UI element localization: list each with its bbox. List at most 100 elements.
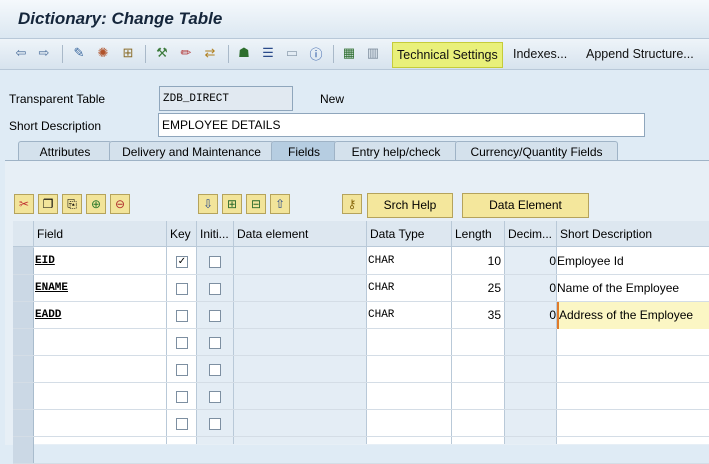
deselect-all-icon[interactable]: ⊟	[246, 194, 266, 214]
key-checkbox[interactable]: ✓	[176, 256, 188, 268]
table-icon[interactable]: ▭	[284, 45, 300, 61]
table-row	[13, 383, 709, 410]
initial-values-checkbox[interactable]	[209, 418, 221, 430]
data-element-button[interactable]: Data Element	[462, 193, 589, 218]
decimals-cell[interactable]: 0	[505, 302, 556, 329]
row-selector[interactable]	[13, 329, 34, 355]
table-row: ENAME CHAR 25 0 Name of the Employee	[13, 275, 709, 302]
edit-pencil-icon[interactable]: ✏	[178, 45, 194, 61]
copy-icon[interactable]: ❐	[38, 194, 58, 214]
paste-icon[interactable]: ⎘	[62, 194, 82, 214]
short-description-cell[interactable]: Address of the Employee	[557, 302, 709, 329]
short-description-cell[interactable]: Employee Id	[557, 248, 709, 275]
short-description-cell[interactable]: Name of the Employee	[557, 275, 709, 302]
data-element-cell[interactable]	[234, 275, 366, 302]
key-checkbox[interactable]	[176, 418, 188, 430]
field-name-cell[interactable]: EID	[35, 248, 166, 275]
field-name-cell[interactable]: ENAME	[35, 275, 166, 302]
column-header-decimals[interactable]: Decim...	[505, 221, 557, 247]
initial-values-checkbox[interactable]	[209, 337, 221, 349]
data-element-cell[interactable]	[234, 302, 366, 329]
list-icon[interactable]: ☰	[260, 45, 276, 61]
move-up-icon[interactable]: ⇧	[270, 194, 290, 214]
row-selector[interactable]	[13, 356, 34, 382]
initial-values-checkbox[interactable]	[209, 256, 221, 268]
check-object-icon[interactable]: ⊞	[120, 45, 136, 61]
column-header-initial[interactable]: Initi...	[197, 221, 234, 247]
row-selector-header[interactable]	[13, 221, 34, 247]
length-cell[interactable]: 10	[452, 248, 503, 275]
decimals-cell[interactable]: 0	[505, 248, 556, 275]
structure-icon[interactable]: ▦	[341, 45, 357, 61]
row-selector[interactable]	[13, 437, 34, 463]
hierarchy-icon[interactable]: ☗	[236, 45, 252, 61]
row-selector[interactable]	[13, 275, 34, 301]
data-type-cell[interactable]: CHAR	[368, 302, 451, 329]
initial-values-checkbox[interactable]	[209, 283, 221, 295]
table-row	[13, 410, 709, 437]
info-icon[interactable]: ⓘ	[308, 45, 324, 62]
display-change-icon[interactable]: ✎	[71, 45, 87, 61]
technical-settings-button[interactable]: Technical Settings	[392, 42, 503, 68]
grid-icon[interactable]: ▥	[365, 45, 381, 61]
table-row	[13, 329, 709, 356]
indexes-button[interactable]: Indexes...	[509, 42, 571, 66]
forward-arrow-icon[interactable]: ⇨	[36, 45, 52, 61]
table-row	[13, 356, 709, 383]
initial-values-checkbox[interactable]	[209, 310, 221, 322]
key-checkbox[interactable]	[176, 310, 188, 322]
data-element-cell[interactable]	[234, 248, 366, 275]
search-help-icon[interactable]: ⚷	[342, 194, 362, 214]
column-header-key[interactable]: Key	[167, 221, 197, 247]
column-header-length[interactable]: Length	[452, 221, 505, 247]
tab-attributes[interactable]: Attributes	[18, 141, 112, 162]
activate-icon[interactable]: ✺	[95, 45, 111, 61]
application-toolbar: ⇦ ⇨ ✎ ✺ ⊞ ⚒ ✏ ⇄ ☗ ☰ ▭ ⓘ ▦ ▥ Technical Se…	[0, 39, 709, 70]
decimals-cell[interactable]: 0	[505, 275, 556, 302]
table-row: EID ✓ CHAR 10 0 Employee Id	[13, 248, 709, 275]
delete-row-icon[interactable]: ⊖	[110, 194, 130, 214]
title-bar: Dictionary: Change Table	[0, 0, 709, 39]
column-header-data-type[interactable]: Data Type	[367, 221, 452, 247]
tab-currency-quantity[interactable]: Currency/Quantity Fields	[455, 141, 618, 162]
back-arrow-icon[interactable]: ⇦	[13, 45, 29, 61]
table-status: New	[320, 92, 345, 106]
tab-strip: Attributes Delivery and Maintenance Fiel…	[5, 141, 705, 162]
select-all-icon[interactable]: ⊞	[222, 194, 242, 214]
tab-entry-help[interactable]: Entry help/check	[334, 141, 458, 162]
key-checkbox[interactable]	[176, 391, 188, 403]
row-selector[interactable]	[13, 248, 34, 274]
row-selector[interactable]	[13, 410, 34, 436]
table-type-label: Transparent Table	[9, 92, 106, 106]
insert-row-icon[interactable]: ⊕	[86, 194, 106, 214]
length-cell[interactable]: 25	[452, 275, 503, 302]
length-cell[interactable]: 35	[452, 302, 503, 329]
tab-delivery-maintenance[interactable]: Delivery and Maintenance	[109, 141, 274, 162]
cut-icon[interactable]: ✂	[14, 194, 34, 214]
field-name-cell[interactable]: EADD	[35, 302, 166, 329]
window-title: Dictionary: Change Table	[18, 9, 223, 28]
column-header-data-element[interactable]: Data element	[234, 221, 367, 247]
table-row: EADD CHAR 35 0 Address of the Employee	[13, 302, 709, 329]
column-header-short-description[interactable]: Short Description	[557, 221, 709, 247]
key-checkbox[interactable]	[176, 364, 188, 376]
append-structure-button[interactable]: Append Structure...	[582, 42, 698, 66]
key-checkbox[interactable]	[176, 337, 188, 349]
tab-fields[interactable]: Fields	[271, 141, 337, 162]
short-description-input[interactable]: EMPLOYEE DETAILS	[158, 113, 645, 137]
sort-icon[interactable]: ⇩	[198, 194, 218, 214]
where-used-icon[interactable]: ⚒	[154, 45, 170, 61]
data-type-cell[interactable]: CHAR	[368, 275, 451, 302]
initial-values-checkbox[interactable]	[209, 364, 221, 376]
key-checkbox[interactable]	[176, 283, 188, 295]
short-description-label: Short Description	[9, 119, 102, 133]
graphic-icon[interactable]: ⇄	[202, 45, 218, 61]
row-selector[interactable]	[13, 302, 34, 328]
table-row	[13, 437, 709, 464]
table-name-field: ZDB_DIRECT	[159, 86, 293, 111]
column-header-field[interactable]: Field	[34, 221, 167, 247]
initial-values-checkbox[interactable]	[209, 391, 221, 403]
srch-help-button[interactable]: Srch Help	[367, 193, 453, 218]
data-type-cell[interactable]: CHAR	[368, 248, 451, 275]
row-selector[interactable]	[13, 383, 34, 409]
